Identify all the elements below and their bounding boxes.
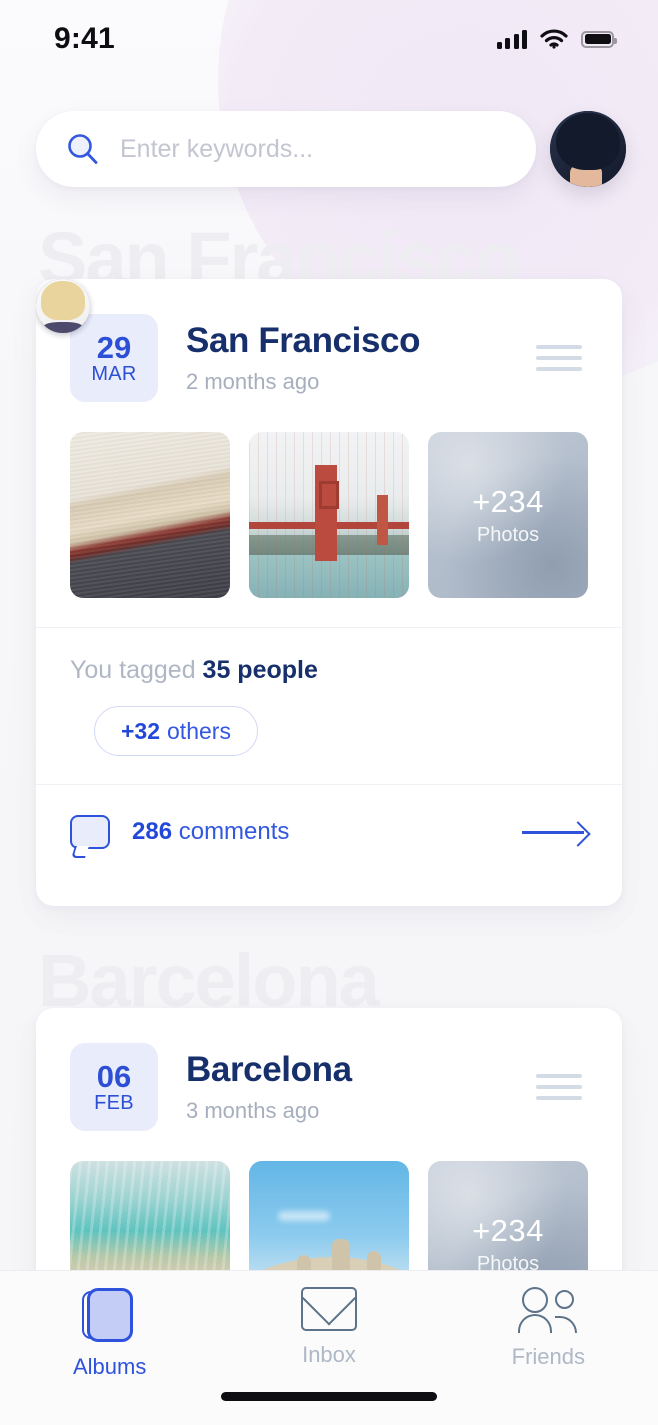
tagged-section: You tagged 35 people +32 others [36,279,622,756]
battery-full-icon [581,30,617,48]
menu-lines-icon[interactable] [536,345,582,371]
user-avatar[interactable] [550,111,626,187]
tagged-avatar-3[interactable] [36,279,90,333]
search-icon[interactable] [66,132,100,166]
signal-bars-icon [496,29,527,49]
tab-albums-label: Albums [72,1354,147,1379]
date-day: 06 [96,1059,132,1094]
more-photos-count: +234 [472,1212,544,1248]
arrow-right-icon[interactable] [522,820,588,844]
menu-lines-icon[interactable] [536,1074,582,1100]
photo-golden-gate-bridge[interactable] [249,432,409,598]
others-count: +32 [121,717,161,744]
date-badge: 06 FEB [70,1043,158,1131]
album-title: Barcelona [186,1050,352,1090]
status-bar: 9:41 [0,0,658,78]
album-subtitle: 3 months ago [186,1097,320,1123]
status-time: 9:41 [54,22,115,55]
others-label: others [167,717,231,744]
people-icon [518,1287,578,1333]
date-month: MAR [91,363,137,385]
tagged-count: 35 people [202,656,318,684]
others-pill-button[interactable]: +32 others [94,706,258,756]
tab-inbox[interactable]: Inbox [219,1287,438,1368]
comments-label: comments [178,818,290,845]
albums-icon [81,1287,138,1343]
album-subtitle: 2 months ago [186,368,320,394]
tagged-avatars-row: +32 others [36,279,588,756]
card-header: 29 MAR San Francisco 2 months ago [36,279,622,402]
thumbnail-row: +234 Photos [36,402,622,598]
comments-text: 286 comments [132,818,500,846]
tab-friends-label: Friends [511,1344,585,1369]
album-card-san-francisco[interactable]: 29 MAR San Francisco 2 months ago +234 P… [36,279,622,906]
album-title: San Francisco [186,321,421,361]
more-photos-label: Photos [476,523,540,546]
tab-inbox-label: Inbox [302,1342,356,1367]
date-month: FEB [94,1092,134,1114]
search-input[interactable] [120,134,506,164]
search-bar[interactable] [36,111,536,187]
tab-friends[interactable]: Friends [439,1287,658,1370]
status-icons [496,29,617,49]
comments-row[interactable]: 286 comments [36,785,622,879]
more-photos-count: +234 [472,483,544,519]
comments-count: 286 [132,818,173,845]
more-photos-tile[interactable]: +234 Photos [428,432,588,598]
search-row [0,110,658,188]
photo-architecture[interactable] [70,432,230,598]
tagged-text: You tagged 35 people [70,656,588,685]
card-header-text: San Francisco 2 months ago [186,321,536,394]
comment-bubble-icon [70,815,110,849]
card-header: 06 FEB Barcelona 3 months ago [36,1008,622,1131]
wifi-icon [540,29,568,49]
home-indicator[interactable] [221,1392,437,1401]
bottom-tab-bar: Albums Inbox Friends [0,1270,658,1425]
card-header-text: Barcelona 3 months ago [186,1050,536,1123]
tagged-prefix: You tagged [70,656,203,684]
date-day: 29 [96,330,132,365]
tab-albums[interactable]: Albums [0,1287,219,1380]
envelope-icon [300,1287,357,1331]
